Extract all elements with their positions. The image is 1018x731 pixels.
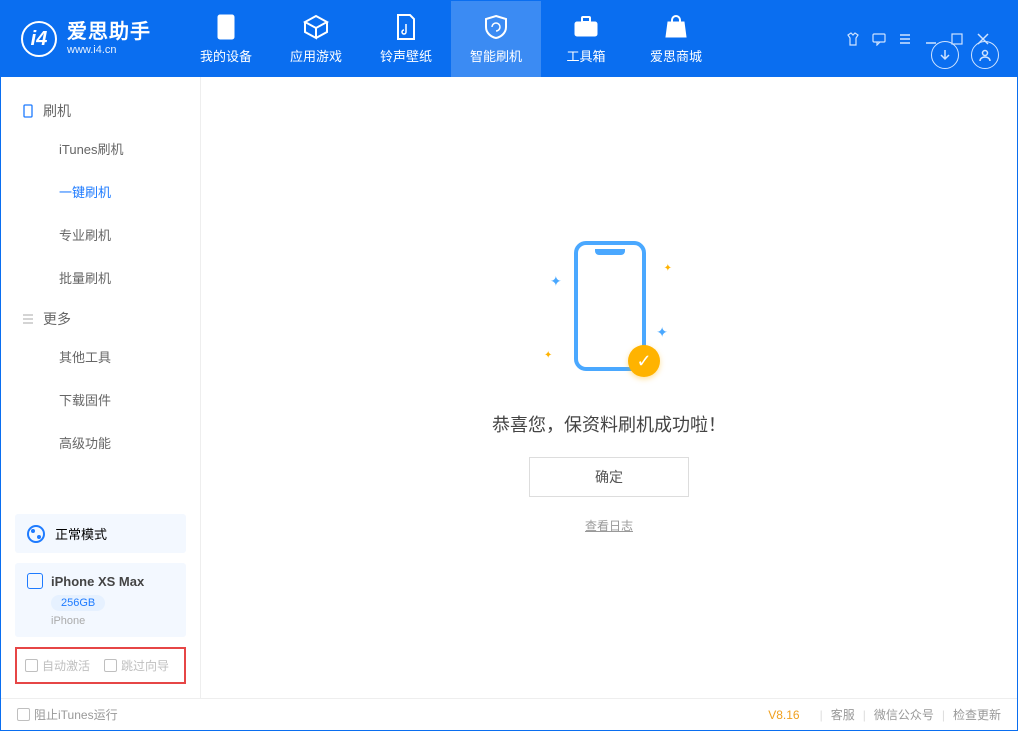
sidebar-item-onekey[interactable]: 一键刷机 — [1, 170, 200, 213]
success-illustration: ✦✦ ✦✦ ✓ — [544, 241, 674, 391]
download-button[interactable] — [931, 41, 959, 69]
toolbox-icon — [573, 14, 599, 40]
statusbar: 阻止iTunes运行 V8.16 | 客服 | 微信公众号 | 检查更新 — [1, 698, 1017, 730]
group-label: 更多 — [43, 309, 71, 329]
link-support[interactable]: 客服 — [831, 706, 855, 723]
tshirt-icon[interactable] — [845, 31, 861, 47]
sidebar-group-more: 更多 — [1, 299, 200, 335]
device-capacity: 256GB — [51, 595, 105, 611]
group-label: 刷机 — [43, 101, 71, 121]
sidebar-item-pro[interactable]: 专业刷机 — [1, 213, 200, 256]
checkbox-skip-guide[interactable]: 跳过向导 — [104, 657, 169, 674]
tab-label: 我的设备 — [200, 46, 252, 65]
tab-label: 铃声壁纸 — [380, 46, 432, 65]
phone-icon — [213, 14, 239, 40]
version-label: V8.16 — [768, 708, 799, 722]
tab-label: 工具箱 — [566, 46, 605, 65]
flash-options-box: 自动激活 跳过向导 — [15, 647, 186, 684]
mode-icon — [27, 525, 45, 543]
device-type: iPhone — [51, 615, 85, 627]
logo-icon: i4 — [21, 21, 57, 57]
refresh-shield-icon — [483, 14, 509, 40]
link-update[interactable]: 检查更新 — [953, 706, 1001, 723]
user-button[interactable] — [971, 41, 999, 69]
tab-tools[interactable]: 工具箱 — [541, 1, 631, 77]
tab-store[interactable]: 爱思商城 — [631, 1, 721, 77]
checkbox-block-itunes[interactable]: 阻止iTunes运行 — [17, 706, 118, 723]
body: 刷机 iTunes刷机 一键刷机 专业刷机 批量刷机 更多 其他工具 下载固件 … — [1, 77, 1017, 698]
tab-label: 智能刷机 — [470, 46, 522, 65]
sidebar-item-batch[interactable]: 批量刷机 — [1, 256, 200, 299]
cube-icon — [303, 14, 329, 40]
tab-label: 爱思商城 — [650, 46, 702, 65]
tab-flash[interactable]: 智能刷机 — [451, 1, 541, 77]
sidebar-item-firmware[interactable]: 下载固件 — [1, 378, 200, 421]
device-box[interactable]: iPhone XS Max 256GB iPhone — [15, 563, 186, 637]
shopping-bag-icon — [663, 14, 689, 40]
main-content: ✦✦ ✦✦ ✓ 恭喜您，保资料刷机成功啦！ 确定 查看日志 — [201, 77, 1017, 698]
device-icon — [21, 104, 35, 118]
mode-label: 正常模式 — [55, 524, 107, 543]
app-name: 爱思助手 — [67, 21, 151, 44]
success-message: 恭喜您，保资料刷机成功啦！ — [492, 411, 726, 437]
view-log-link[interactable]: 查看日志 — [585, 517, 633, 534]
tab-label: 应用游戏 — [290, 46, 342, 65]
tab-device[interactable]: 我的设备 — [181, 1, 271, 77]
sidebar-item-other[interactable]: 其他工具 — [1, 335, 200, 378]
confirm-button[interactable]: 确定 — [529, 457, 689, 497]
feedback-icon[interactable] — [871, 31, 887, 47]
menu-icon[interactable] — [897, 31, 913, 47]
sidebar-item-itunes[interactable]: iTunes刷机 — [1, 127, 200, 170]
tab-media[interactable]: 铃声壁纸 — [361, 1, 451, 77]
sidebar-group-flash: 刷机 — [1, 91, 200, 127]
sidebar-item-adv[interactable]: 高级功能 — [1, 421, 200, 464]
phone-icon — [27, 573, 43, 589]
main-tabs: 我的设备 应用游戏 铃声壁纸 智能刷机 工具箱 爱思商城 — [181, 1, 721, 77]
link-wechat[interactable]: 微信公众号 — [874, 706, 934, 723]
app-logo: i4 爱思助手 www.i4.cn — [21, 21, 151, 57]
checkbox-auto-activate[interactable]: 自动激活 — [25, 657, 90, 674]
check-badge-icon: ✓ — [628, 345, 660, 377]
list-icon — [21, 312, 35, 326]
sidebar: 刷机 iTunes刷机 一键刷机 专业刷机 批量刷机 更多 其他工具 下载固件 … — [1, 77, 201, 698]
app-domain: www.i4.cn — [67, 44, 151, 57]
titlebar: i4 爱思助手 www.i4.cn 我的设备 应用游戏 铃声壁纸 智能刷机 — [1, 1, 1017, 77]
app-window: i4 爱思助手 www.i4.cn 我的设备 应用游戏 铃声壁纸 智能刷机 — [0, 0, 1018, 731]
music-file-icon — [393, 14, 419, 40]
mode-box[interactable]: 正常模式 — [15, 514, 186, 553]
device-name: iPhone XS Max — [51, 574, 144, 589]
tab-apps[interactable]: 应用游戏 — [271, 1, 361, 77]
